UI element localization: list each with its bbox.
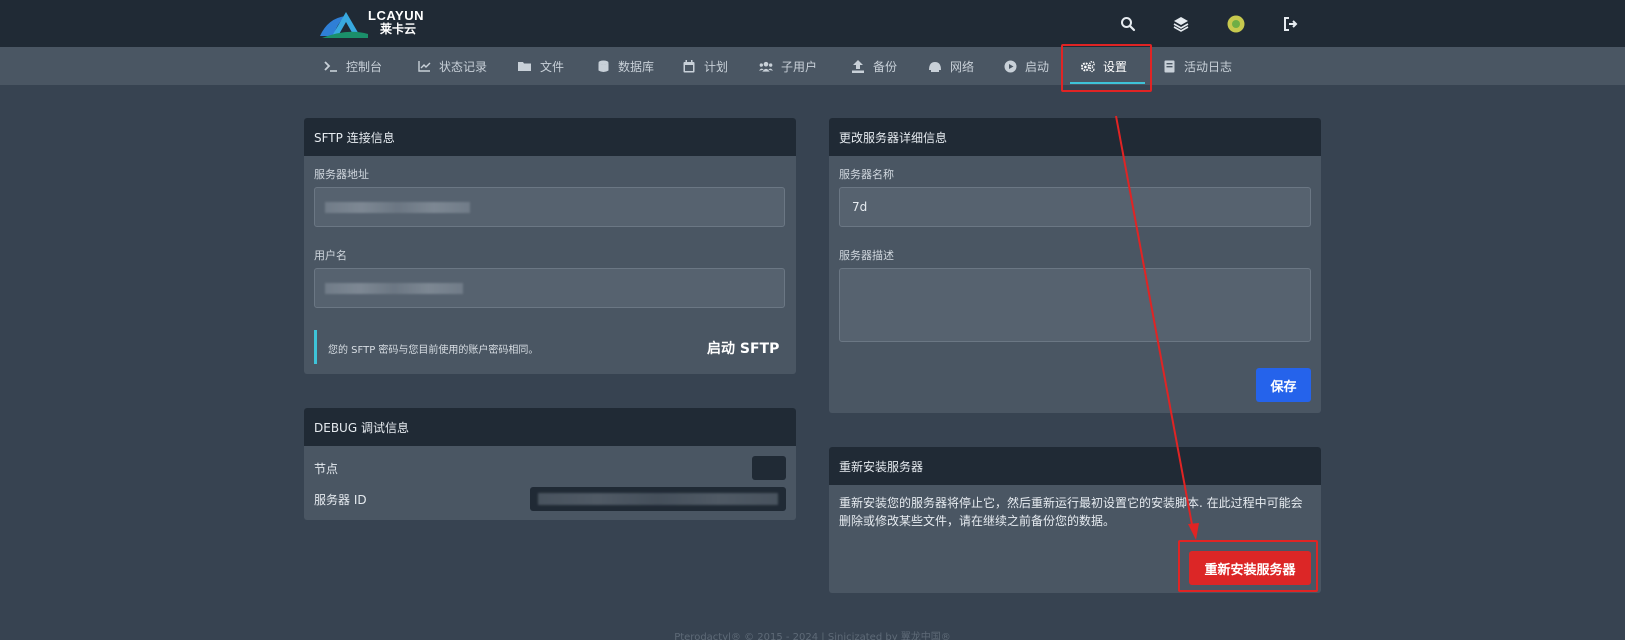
server-address-field[interactable] xyxy=(314,187,785,227)
server-description-textarea[interactable] xyxy=(839,268,1311,342)
tab-label: 启动 xyxy=(1025,59,1050,74)
reinstall-description: 重新安装您的服务器将停止它，然后重新运行最初设置它的安装脚本. 在此过程中可能会… xyxy=(839,494,1319,530)
tab-backups[interactable]: 备份 xyxy=(851,47,897,85)
redacted-value xyxy=(538,493,778,505)
reinstall-description-line: 重新安装您的服务器将停止它，然后重新运行最初设置它的安装脚本. 在此过程中可能会 xyxy=(839,496,1303,510)
tab-files[interactable]: 文件 xyxy=(518,47,564,85)
tab-network[interactable]: 网络 xyxy=(928,47,974,85)
tab-label: 文件 xyxy=(540,59,565,74)
chart-icon xyxy=(417,59,431,73)
nav-bar: 控制台 状态记录 文件 数据库 计划 子用户 备份 网络 启动 设置 活动日志 xyxy=(0,47,1625,85)
username-field[interactable] xyxy=(314,268,785,308)
logout-icon[interactable] xyxy=(1281,14,1301,34)
panel-title: 重新安装服务器 xyxy=(829,447,1321,485)
info-accent-bar xyxy=(314,330,317,364)
tab-startup[interactable]: 启动 xyxy=(1003,47,1049,85)
debug-panel: DEBUG 调试信息 节点 服务器 ID xyxy=(304,408,796,520)
tab-activity[interactable]: 活动日志 xyxy=(1162,47,1232,85)
node-label: 节点 xyxy=(314,462,339,476)
server-address-label: 服务器地址 xyxy=(314,168,369,181)
tab-label: 子用户 xyxy=(781,59,818,74)
book-icon xyxy=(1162,59,1176,73)
tab-stats[interactable]: 状态记录 xyxy=(417,47,487,85)
annotation-box-settings xyxy=(1061,44,1152,92)
sftp-panel: SFTP 连接信息 服务器地址 用户名 您的 SFTP 密码与您目前使用的账户密… xyxy=(304,118,796,374)
username-label: 用户名 xyxy=(314,249,347,262)
server-description-label: 服务器描述 xyxy=(839,249,894,262)
tab-console[interactable]: 控制台 xyxy=(324,47,382,85)
upload-icon xyxy=(851,59,865,73)
logo-subtitle: 莱卡云 xyxy=(380,22,417,36)
panel-title: SFTP 连接信息 xyxy=(304,118,796,156)
tab-label: 状态记录 xyxy=(439,59,488,74)
search-icon[interactable] xyxy=(1118,14,1138,34)
tab-databases[interactable]: 数据库 xyxy=(596,47,654,85)
panel-title: DEBUG 调试信息 xyxy=(304,408,796,446)
play-icon xyxy=(1003,59,1017,73)
server-id-label: 服务器 ID xyxy=(314,493,367,507)
tab-label: 数据库 xyxy=(618,59,655,74)
reinstall-description-line: 删除或修改某些文件，请在继续之前备份您的数据。 xyxy=(839,514,1116,528)
footer-copyright: Pterodactyl® © 2015 - 2024 | Sinicizated… xyxy=(674,632,951,640)
node-value xyxy=(752,456,786,480)
panel-title: 更改服务器详细信息 xyxy=(829,118,1321,156)
layers-icon[interactable] xyxy=(1171,14,1191,34)
server-name-label: 服务器名称 xyxy=(839,168,894,181)
launch-sftp-button[interactable]: 启动 SFTP xyxy=(707,338,779,358)
sftp-password-note: 您的 SFTP 密码与您目前使用的账户密码相同。 xyxy=(328,345,539,356)
tab-label: 控制台 xyxy=(346,59,383,74)
calendar-icon xyxy=(682,59,696,73)
tab-label: 活动日志 xyxy=(1184,59,1233,74)
server-name-input[interactable]: 7d xyxy=(839,187,1311,227)
users-icon xyxy=(759,59,773,73)
server-details-panel: 更改服务器详细信息 服务器名称 7d 服务器描述 保存 xyxy=(829,118,1321,413)
tab-label: 备份 xyxy=(873,59,898,74)
redacted-value xyxy=(325,202,470,213)
network-icon xyxy=(928,59,942,73)
tab-subusers[interactable]: 子用户 xyxy=(759,47,817,85)
tab-label: 网络 xyxy=(950,59,975,74)
logo-text: LCAYUN xyxy=(368,8,424,23)
annotation-arrow xyxy=(1115,115,1199,540)
annotation-box-reinstall xyxy=(1178,540,1318,592)
top-bar: LCAYUN 莱卡云 xyxy=(0,0,1625,47)
tab-schedules[interactable]: 计划 xyxy=(682,47,728,85)
terminal-icon xyxy=(324,59,338,73)
avatar[interactable] xyxy=(1226,14,1246,34)
tab-label: 计划 xyxy=(704,59,729,74)
save-button[interactable]: 保存 xyxy=(1256,368,1311,402)
folder-icon xyxy=(518,59,532,73)
database-icon xyxy=(596,59,610,73)
server-id-value xyxy=(530,487,786,511)
server-name-value: 7d xyxy=(852,200,868,214)
redacted-value xyxy=(325,283,463,294)
